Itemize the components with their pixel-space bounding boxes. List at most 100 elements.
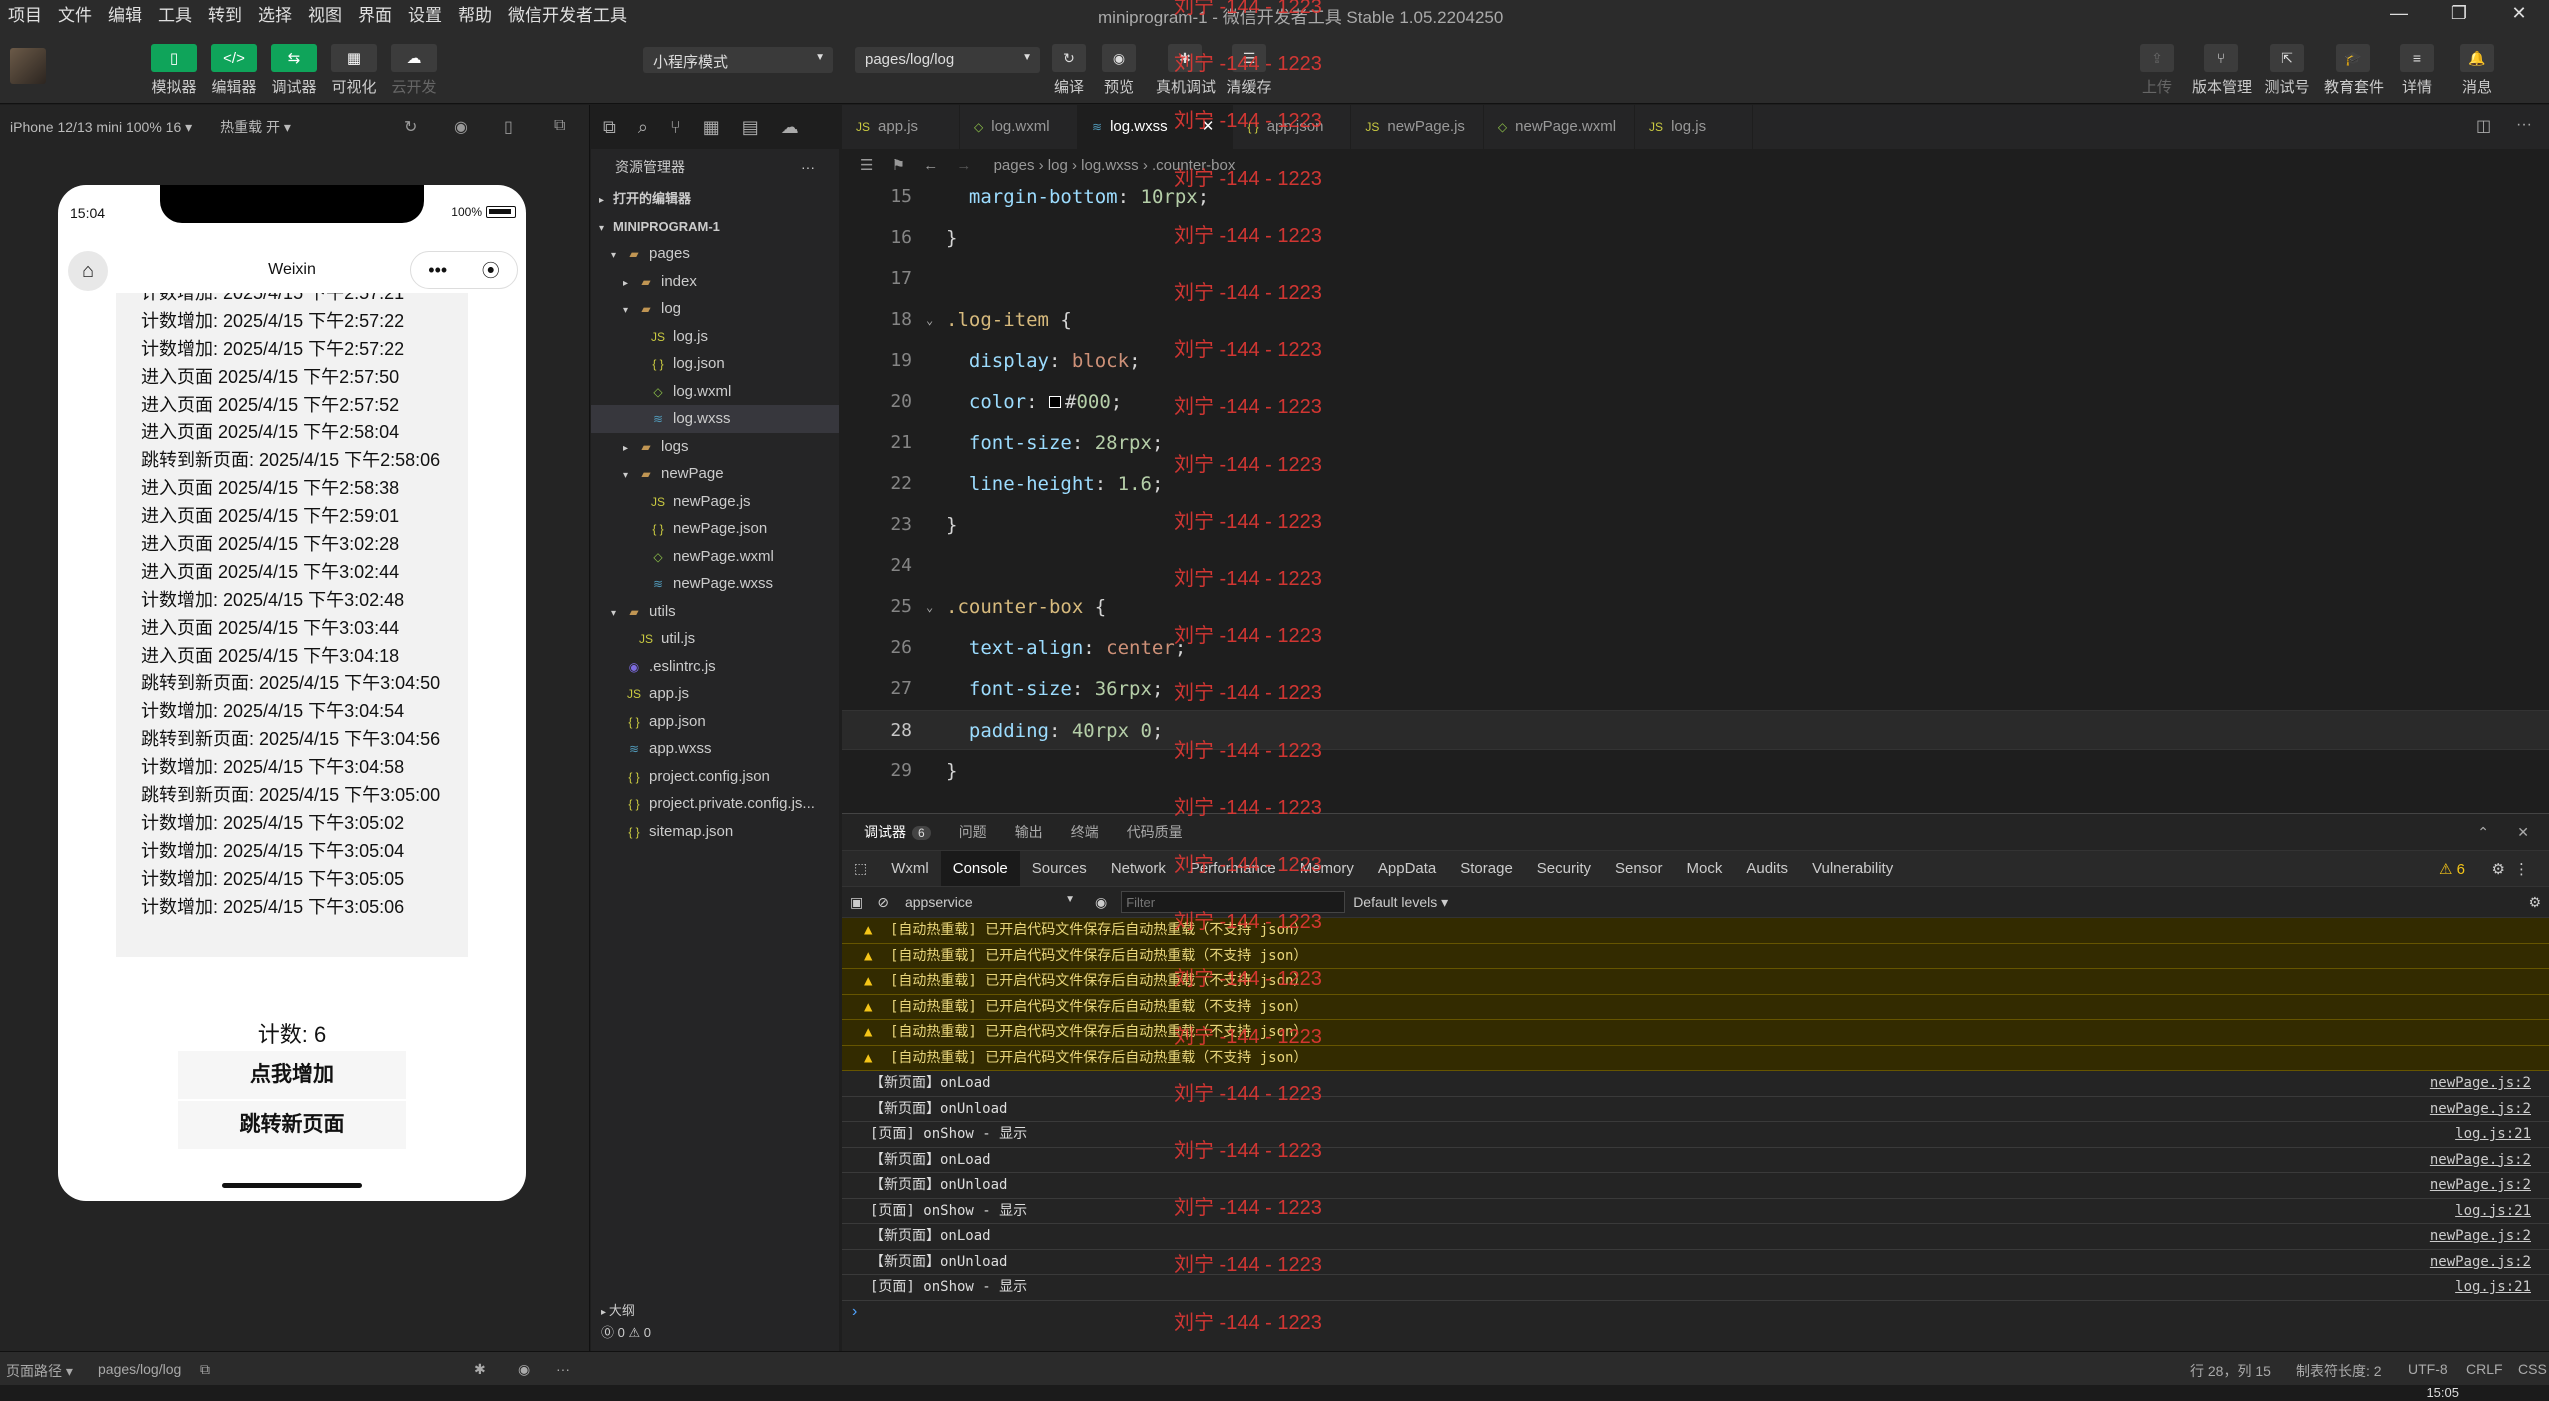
page-select[interactable]: pages/log/log ▼	[855, 47, 1040, 73]
edu-button[interactable]: 🎓 教育套件	[2324, 44, 2384, 97]
hotreload-toggle[interactable]: 热重载 开 ▾	[220, 117, 291, 137]
code-line[interactable]: 26 text-align: center;	[842, 628, 2549, 668]
devtools-tab[interactable]: Vulnerability	[1800, 851, 1905, 887]
tree-file[interactable]: ◇ newPage.wxml	[591, 543, 839, 571]
inspect-icon[interactable]: ⬚	[842, 860, 879, 877]
editor-tab[interactable]: ◇ newPage.wxml	[1484, 105, 1636, 149]
editor-tab[interactable]: ◇ log.wxml	[960, 105, 1078, 149]
tree-folder[interactable]: ▾ ▰ utils	[591, 598, 839, 626]
cursor-position[interactable]: 行 28，列 15	[2190, 1361, 2271, 1381]
upload-button[interactable]: ⇪ 上传	[2128, 44, 2186, 97]
menu-edit[interactable]: 编辑	[100, 1, 150, 26]
tree-file[interactable]: { } app.json	[591, 708, 839, 736]
code-line[interactable]: 16}	[842, 218, 2549, 258]
restore-icon[interactable]: ❐	[2429, 0, 2489, 26]
tree-file[interactable]: { } sitemap.json	[591, 818, 839, 846]
tree-folder[interactable]: ▸ ▰ index	[591, 268, 839, 296]
tree-folder[interactable]: ▸ ▰ logs	[591, 433, 839, 461]
files-icon[interactable]: ⧉	[603, 117, 616, 138]
devtools-settings-icon[interactable]: ⚙	[2492, 860, 2505, 878]
tree-file[interactable]: { } project.config.json	[591, 763, 839, 791]
sidebar-toggle-icon[interactable]: ▣	[850, 894, 863, 911]
simulator-button[interactable]: ▯ 模拟器	[148, 44, 200, 97]
devtools-tab[interactable]: Wxml	[879, 851, 941, 887]
code-line[interactable]: 17	[842, 259, 2549, 299]
preview-button[interactable]: ◉ 预览	[1090, 44, 1148, 97]
tab-problems[interactable]: 问题	[959, 822, 987, 842]
menu-select[interactable]: 选择	[250, 1, 300, 26]
back-icon[interactable]: ←	[923, 157, 938, 174]
code-line[interactable]: ⌄ 25 .counter-box {	[842, 587, 2549, 627]
eye-icon[interactable]: ◉	[1095, 894, 1107, 911]
devtools-tab[interactable]: Sensor	[1603, 851, 1675, 887]
devtools-tab[interactable]: AppData	[1366, 851, 1448, 887]
mode-select[interactable]: 小程序模式 ▼	[643, 47, 833, 73]
more-dots-icon[interactable]: •••	[428, 260, 447, 281]
close-panel-icon[interactable]: ✕	[2517, 824, 2529, 841]
extensions-icon[interactable]: ▦	[703, 117, 720, 138]
menu-project[interactable]: 项目	[0, 1, 50, 26]
code-editor[interactable]: 15 margin-bottom: 10rpx; 16} 17 ⌄ 18 .log-ite…	[842, 183, 2549, 813]
tree-file[interactable]: JS log.js	[591, 323, 839, 351]
encoding[interactable]: UTF-8	[2408, 1361, 2448, 1377]
cloud-fn-icon[interactable]: ☁	[781, 117, 799, 138]
source-link[interactable]: newPage.js:2	[2430, 1148, 2531, 1174]
devtools-tab[interactable]: Storage	[1448, 851, 1525, 887]
source-link[interactable]: newPage.js:2	[2430, 1071, 2531, 1097]
code-line[interactable]: 29}	[842, 751, 2549, 791]
tree-file[interactable]: ◉ .eslintrc.js	[591, 653, 839, 681]
fold-icon[interactable]: ⌄	[926, 300, 933, 340]
tree-file[interactable]: JS newPage.js	[591, 488, 839, 516]
editor-button[interactable]: </> 编辑器	[208, 44, 260, 97]
problems-count[interactable]: ⓪ 0 ⚠ 0	[601, 1323, 839, 1343]
bookmark-icon[interactable]: ⚑	[892, 157, 905, 174]
editor-tab[interactable]: JS log.js	[1635, 105, 1754, 149]
code-line[interactable]: 21 font-size: 28rpx;	[842, 423, 2549, 463]
device-select[interactable]: iPhone 12/13 mini 100% 16 ▾	[10, 119, 192, 136]
clear-console-icon[interactable]: ⊘	[877, 894, 889, 911]
tab-size[interactable]: 制表符长度: 2	[2296, 1361, 2382, 1381]
menu-goto[interactable]: 转到	[200, 1, 250, 26]
messages-button[interactable]: 🔔 消息	[2448, 44, 2506, 97]
menu-help[interactable]: 帮助	[450, 1, 500, 26]
source-link[interactable]: log.js:21	[2455, 1275, 2531, 1301]
code-line[interactable]: 22 line-height: 1.6;	[842, 464, 2549, 504]
more-status-icon[interactable]: ···	[556, 1361, 570, 1377]
source-link[interactable]: log.js:21	[2455, 1122, 2531, 1148]
tree-folder[interactable]: ▾ ▰ log	[591, 295, 839, 323]
tree-file[interactable]: JS util.js	[591, 625, 839, 653]
devtools-tab[interactable]: Sources	[1020, 851, 1099, 887]
menu-tools[interactable]: 工具	[150, 1, 200, 26]
menu-settings[interactable]: 设置	[400, 1, 450, 26]
tree-file[interactable]: { } project.private.config.js...	[591, 790, 839, 818]
devtools-tab[interactable]: Audits	[1734, 851, 1800, 887]
storage-icon[interactable]: ▤	[742, 117, 759, 138]
page-path-label[interactable]: 页面路径 ▾	[6, 1361, 73, 1381]
list-icon[interactable]: ☰	[860, 157, 873, 174]
phone-outline-icon[interactable]: ▯	[504, 117, 513, 137]
menu-interface[interactable]: 界面	[350, 1, 400, 26]
tree-file[interactable]: ◇ log.wxml	[591, 378, 839, 406]
devtools-tab[interactable]: Security	[1525, 851, 1603, 887]
copy-icon[interactable]: ⧉	[200, 1361, 210, 1378]
editor-tab[interactable]: JS newPage.js	[1351, 105, 1484, 149]
details-button[interactable]: ≡ 详情	[2388, 44, 2446, 97]
explorer-more-icon[interactable]: ···	[801, 149, 815, 185]
code-line[interactable]: 20 color: #000;	[842, 382, 2549, 422]
eye-status-icon[interactable]: ◉	[518, 1361, 530, 1378]
source-control-icon[interactable]: ⑂	[670, 117, 681, 138]
tab-code-quality[interactable]: 代码质量	[1127, 822, 1183, 842]
cloud-button[interactable]: ☁ 云开发	[388, 44, 440, 97]
project-section[interactable]: ▾ MINIPROGRAM-1	[591, 213, 839, 241]
tree-file[interactable]: JS app.js	[591, 680, 839, 708]
search-icon[interactable]: ⌕	[638, 117, 648, 138]
code-line[interactable]: 24	[842, 546, 2549, 586]
bug-status-icon[interactable]: ✱	[474, 1361, 486, 1378]
record-icon[interactable]: ◉	[454, 117, 468, 137]
console-settings-icon[interactable]: ⚙	[2528, 894, 2541, 911]
outline-section[interactable]: ▸ 大纲 ⓪ 0 ⚠ 0	[591, 1301, 839, 1351]
user-avatar[interactable]	[10, 48, 46, 84]
console-prompt[interactable]: ›	[852, 1303, 857, 1321]
debugger-button[interactable]: ⇆ 调试器	[268, 44, 320, 97]
line-ending[interactable]: CRLF	[2466, 1361, 2503, 1377]
